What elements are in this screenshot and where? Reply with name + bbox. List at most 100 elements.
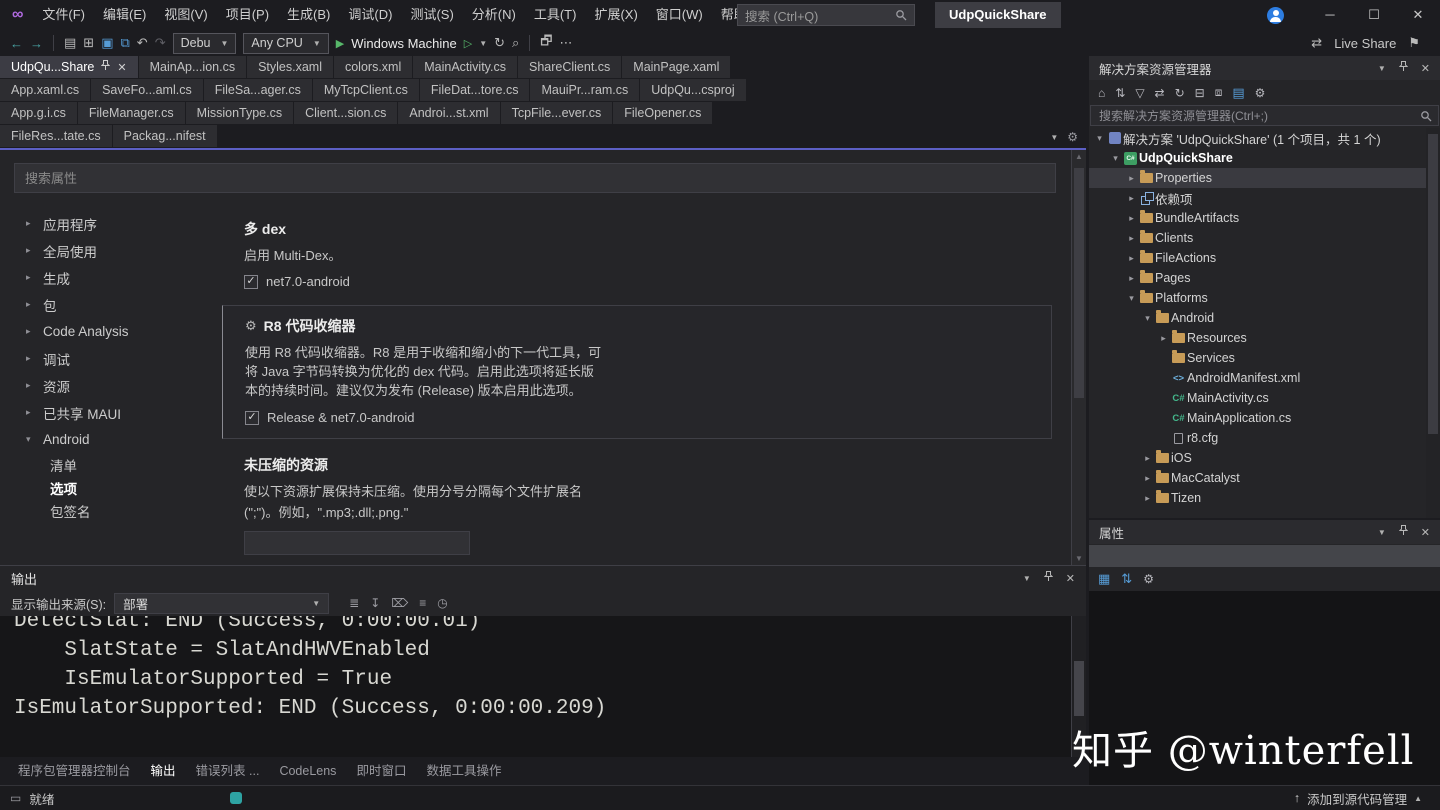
nav-item-package-signing[interactable]: 包签名 bbox=[14, 499, 229, 522]
doc-tab[interactable]: FileOpener.cs bbox=[613, 102, 713, 125]
doc-tab[interactable]: MainActivity.cs bbox=[413, 56, 518, 79]
live-share-label[interactable]: Live Share bbox=[1334, 36, 1396, 51]
tree-item-pages[interactable]: ▸Pages bbox=[1089, 268, 1426, 288]
add-to-source-control-button[interactable]: 添加到源代码管理 bbox=[1307, 789, 1407, 808]
tree-item-clients[interactable]: ▸Clients bbox=[1089, 228, 1426, 248]
debug-target-label[interactable]: Windows Machine bbox=[351, 36, 457, 51]
doc-tab[interactable]: MauiPr...ram.cs bbox=[530, 79, 640, 102]
chevron-down-icon[interactable]: ▾ bbox=[1141, 313, 1154, 324]
menu-edit[interactable]: 编辑(E) bbox=[94, 0, 155, 30]
chevron-down-icon[interactable]: ▾ bbox=[1093, 133, 1106, 144]
live-share-icon[interactable]: ⇄ bbox=[1311, 35, 1322, 51]
properties-gear-icon[interactable]: ⚙ bbox=[1255, 86, 1266, 100]
categorized-icon[interactable]: ▦ bbox=[1098, 571, 1110, 587]
tree-item-platforms[interactable]: ▾Platforms bbox=[1089, 288, 1426, 308]
account-icon[interactable] bbox=[1267, 7, 1284, 24]
sync-with-active-document-icon[interactable]: ⇄ bbox=[1155, 86, 1165, 100]
editor-vertical-scrollbar[interactable]: ▲ ▼ bbox=[1071, 150, 1086, 565]
tool-tab-data-tools[interactable]: 数据工具操作 bbox=[418, 757, 509, 785]
debug-target-chevron-icon[interactable]: ▼ bbox=[479, 39, 487, 48]
switch-views-icon[interactable]: ⇅ bbox=[1115, 86, 1125, 100]
save-all-icon[interactable]: ⧉ bbox=[121, 35, 130, 51]
window-position-chevron-icon[interactable]: ▼ bbox=[1023, 574, 1031, 583]
nav-item-android[interactable]: ▾Android bbox=[14, 426, 229, 453]
tree-item-maccatalyst[interactable]: ▸MacCatalyst bbox=[1089, 468, 1426, 488]
show-all-files-icon[interactable]: ⧈ bbox=[1215, 85, 1223, 100]
scrollbar-thumb[interactable] bbox=[1074, 661, 1084, 716]
start-without-debugging-icon[interactable]: ▷ bbox=[464, 37, 472, 50]
chevron-right-icon[interactable]: ▸ bbox=[1125, 233, 1138, 244]
collapse-all-icon[interactable]: ⊟ bbox=[1195, 86, 1205, 100]
nav-item-options[interactable]: 选项 bbox=[14, 476, 229, 499]
nav-item-application[interactable]: ▸应用程序 bbox=[14, 210, 229, 237]
tree-item-fileactions[interactable]: ▸FileActions bbox=[1089, 248, 1426, 268]
tree-item-dependencies[interactable]: ▸依赖项 bbox=[1089, 188, 1426, 208]
close-icon[interactable]: ✕ bbox=[1066, 572, 1075, 585]
nav-item-manifest[interactable]: 清单 bbox=[14, 453, 229, 476]
close-icon[interactable]: ✕ bbox=[1421, 526, 1430, 539]
tree-item-properties[interactable]: ▸Properties bbox=[1089, 168, 1426, 188]
chevron-down-icon[interactable]: ▾ bbox=[1125, 293, 1138, 304]
menu-file[interactable]: 文件(F) bbox=[33, 0, 94, 30]
redo-icon[interactable]: ↷ bbox=[155, 35, 166, 51]
nav-item-debug[interactable]: ▸调试 bbox=[14, 345, 229, 372]
close-icon[interactable]: ✕ bbox=[1421, 62, 1430, 75]
pin-icon[interactable] bbox=[1044, 571, 1053, 585]
tree-item-udpquickshare-project[interactable]: ▾C#UdpQuickShare bbox=[1089, 148, 1426, 168]
doc-tab[interactable]: TcpFile...ever.cs bbox=[501, 102, 614, 125]
chevron-up-icon[interactable]: ▲ bbox=[1414, 794, 1422, 803]
doc-tab[interactable]: Packag...nifest bbox=[113, 125, 218, 148]
doc-tab[interactable]: UdpQu...csproj bbox=[640, 79, 746, 102]
multidex-checkbox[interactable]: ✓ bbox=[244, 275, 258, 289]
tree-item-tizen[interactable]: ▸Tizen bbox=[1089, 488, 1426, 508]
doc-tab[interactable]: FileSa...ager.cs bbox=[204, 79, 313, 102]
menu-test[interactable]: 测试(S) bbox=[401, 0, 462, 30]
hot-reload-icon[interactable]: ↻ bbox=[494, 35, 505, 51]
solution-platform-dropdown[interactable]: Any CPU ▼ bbox=[243, 33, 328, 54]
tool-tab-codelens[interactable]: CodeLens bbox=[271, 757, 344, 785]
timestamp-icon[interactable]: ◷ bbox=[437, 596, 447, 610]
chevron-right-icon[interactable]: ▸ bbox=[1125, 193, 1138, 204]
nav-item-code-analysis[interactable]: ▸Code Analysis bbox=[14, 318, 229, 345]
pin-icon[interactable] bbox=[1399, 525, 1408, 539]
start-debugging-icon[interactable]: ▶ bbox=[336, 37, 344, 50]
window-position-chevron-icon[interactable]: ▼ bbox=[1378, 64, 1386, 73]
doc-tab[interactable]: MissionType.cs bbox=[186, 102, 294, 125]
word-wrap-icon[interactable]: ≡ bbox=[419, 596, 426, 610]
nav-item-build[interactable]: ▸生成 bbox=[14, 264, 229, 291]
doc-tab[interactable]: colors.xml bbox=[334, 56, 413, 79]
autoscroll-icon[interactable]: ↧ bbox=[370, 596, 380, 610]
pin-icon[interactable] bbox=[1399, 61, 1408, 75]
tree-item-services[interactable]: Services bbox=[1089, 348, 1426, 368]
new-project-icon[interactable]: ▤ bbox=[64, 35, 76, 51]
chevron-right-icon[interactable]: ▸ bbox=[1157, 333, 1170, 344]
tool-tab-package-manager-console[interactable]: 程序包管理器控制台 bbox=[10, 757, 139, 785]
tool-tab-output[interactable]: 输出 bbox=[143, 757, 184, 785]
document-settings-gear-icon[interactable]: ⚙ bbox=[1067, 130, 1078, 144]
document-options-chevron-icon[interactable]: ▼ bbox=[1050, 133, 1058, 142]
doc-tab[interactable]: App.xaml.cs bbox=[0, 79, 91, 102]
doc-tab-active[interactable]: UdpQu...Share ✕ bbox=[0, 56, 139, 79]
doc-tab[interactable]: Client...sion.cs bbox=[294, 102, 398, 125]
solution-explorer-toolbar-icon[interactable]: 🗗 bbox=[540, 32, 552, 54]
background-task-icon[interactable] bbox=[230, 792, 242, 804]
clear-all-icon[interactable]: ⌦ bbox=[391, 596, 408, 610]
menu-analyze[interactable]: 分析(N) bbox=[463, 0, 525, 30]
feedback-icon[interactable]: ⚑ bbox=[1408, 35, 1420, 51]
undo-icon[interactable]: ↶ bbox=[137, 35, 148, 51]
tree-item-resources[interactable]: ▸Resources bbox=[1089, 328, 1426, 348]
menu-debug[interactable]: 调试(D) bbox=[339, 0, 401, 30]
menu-tools[interactable]: 工具(T) bbox=[525, 0, 586, 30]
tree-item-mainactivity[interactable]: C#MainActivity.cs bbox=[1089, 388, 1426, 408]
properties-search-input[interactable] bbox=[14, 163, 1056, 193]
doc-tab[interactable]: MainPage.xaml bbox=[622, 56, 731, 79]
scrollbar-thumb[interactable] bbox=[1428, 134, 1438, 434]
minimize-button[interactable]: ─ bbox=[1308, 0, 1352, 30]
menu-view[interactable]: 视图(V) bbox=[155, 0, 216, 30]
scroll-up-icon[interactable]: ▲ bbox=[1072, 152, 1086, 161]
doc-tab[interactable]: MainAp...ion.cs bbox=[139, 56, 247, 79]
output-text-area[interactable]: DetectSlat: END (Success, 0:00:00.01) Sl… bbox=[0, 616, 1071, 757]
save-icon[interactable]: ▣ bbox=[101, 35, 113, 51]
find-in-files-icon[interactable]: ⌕ bbox=[512, 35, 519, 51]
nav-item-package[interactable]: ▸包 bbox=[14, 291, 229, 318]
